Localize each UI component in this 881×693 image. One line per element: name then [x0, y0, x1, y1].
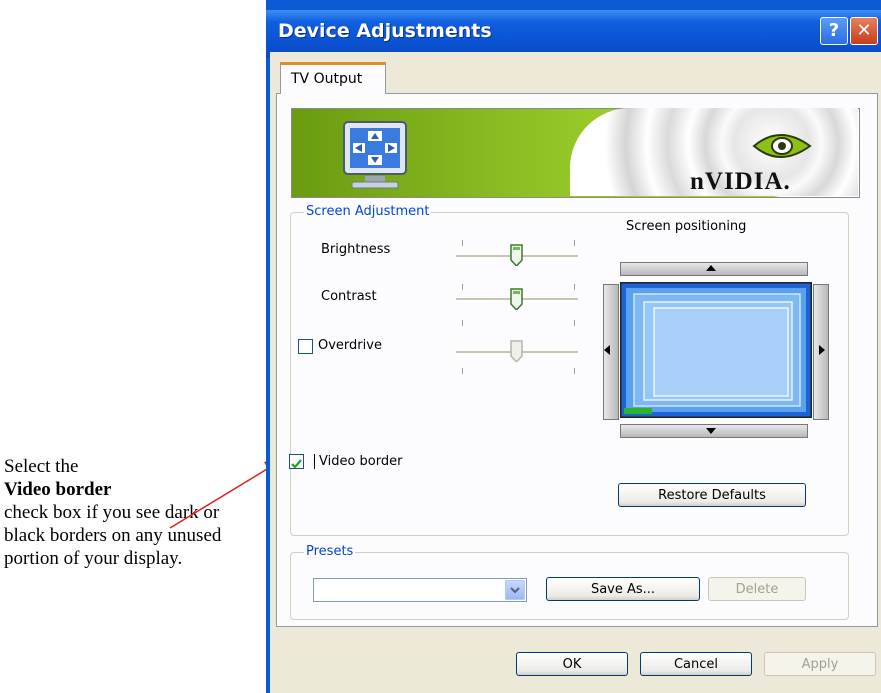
- nvidia-eye-logo: [752, 134, 812, 158]
- nvidia-wordmark: nVIDIA.: [690, 168, 791, 195]
- brightness-slider-thumb[interactable]: [510, 244, 523, 266]
- presets-legend: Presets: [304, 544, 356, 559]
- screen-position-preview: [620, 282, 812, 418]
- tick: [574, 320, 575, 326]
- tick: [462, 240, 463, 246]
- save-as-button[interactable]: Save As...: [546, 577, 700, 601]
- cancel-button[interactable]: Cancel: [640, 652, 752, 676]
- down-arrow-icon: [706, 428, 716, 434]
- overdrive-label: Overdrive: [318, 338, 382, 353]
- video-border-checkbox[interactable]: [289, 454, 304, 469]
- brightness-label: Brightness: [321, 242, 391, 257]
- tick: [462, 284, 463, 290]
- ok-button[interactable]: OK: [516, 652, 628, 676]
- help-button[interactable]: ?: [820, 17, 848, 45]
- tick: [462, 320, 463, 326]
- monitor-adjust-icon: [343, 121, 407, 189]
- left-arrow-icon: [604, 345, 610, 355]
- overdrive-slider-thumb[interactable]: [510, 340, 523, 362]
- chevron-down-icon: [510, 587, 520, 594]
- right-arrow-icon: [819, 345, 825, 355]
- screen-positioning-label: Screen positioning: [626, 219, 747, 234]
- tab-tv-output[interactable]: TV Output: [280, 62, 386, 94]
- tick: [462, 368, 463, 374]
- tick: [574, 240, 575, 246]
- dropdown-arrow-button[interactable]: [505, 580, 525, 600]
- window-title: Device Adjustments: [278, 20, 492, 42]
- video-border-label: Video border: [314, 454, 402, 469]
- restore-defaults-button[interactable]: Restore Defaults: [618, 483, 806, 507]
- overdrive-checkbox[interactable]: [298, 339, 313, 354]
- annotation-line1: Select the: [4, 456, 79, 477]
- contrast-label: Contrast: [321, 289, 377, 304]
- tick: [574, 284, 575, 290]
- delete-button[interactable]: Delete: [708, 577, 806, 601]
- presets-dropdown[interactable]: [313, 578, 527, 602]
- checkmark-icon: [291, 459, 302, 469]
- tick: [574, 368, 575, 374]
- screen-adjustment-legend: Screen Adjustment: [304, 204, 432, 219]
- apply-button[interactable]: Apply: [764, 652, 876, 676]
- close-button[interactable]: ✕: [850, 17, 878, 45]
- contrast-slider-thumb[interactable]: [510, 288, 523, 310]
- up-arrow-icon: [706, 265, 716, 271]
